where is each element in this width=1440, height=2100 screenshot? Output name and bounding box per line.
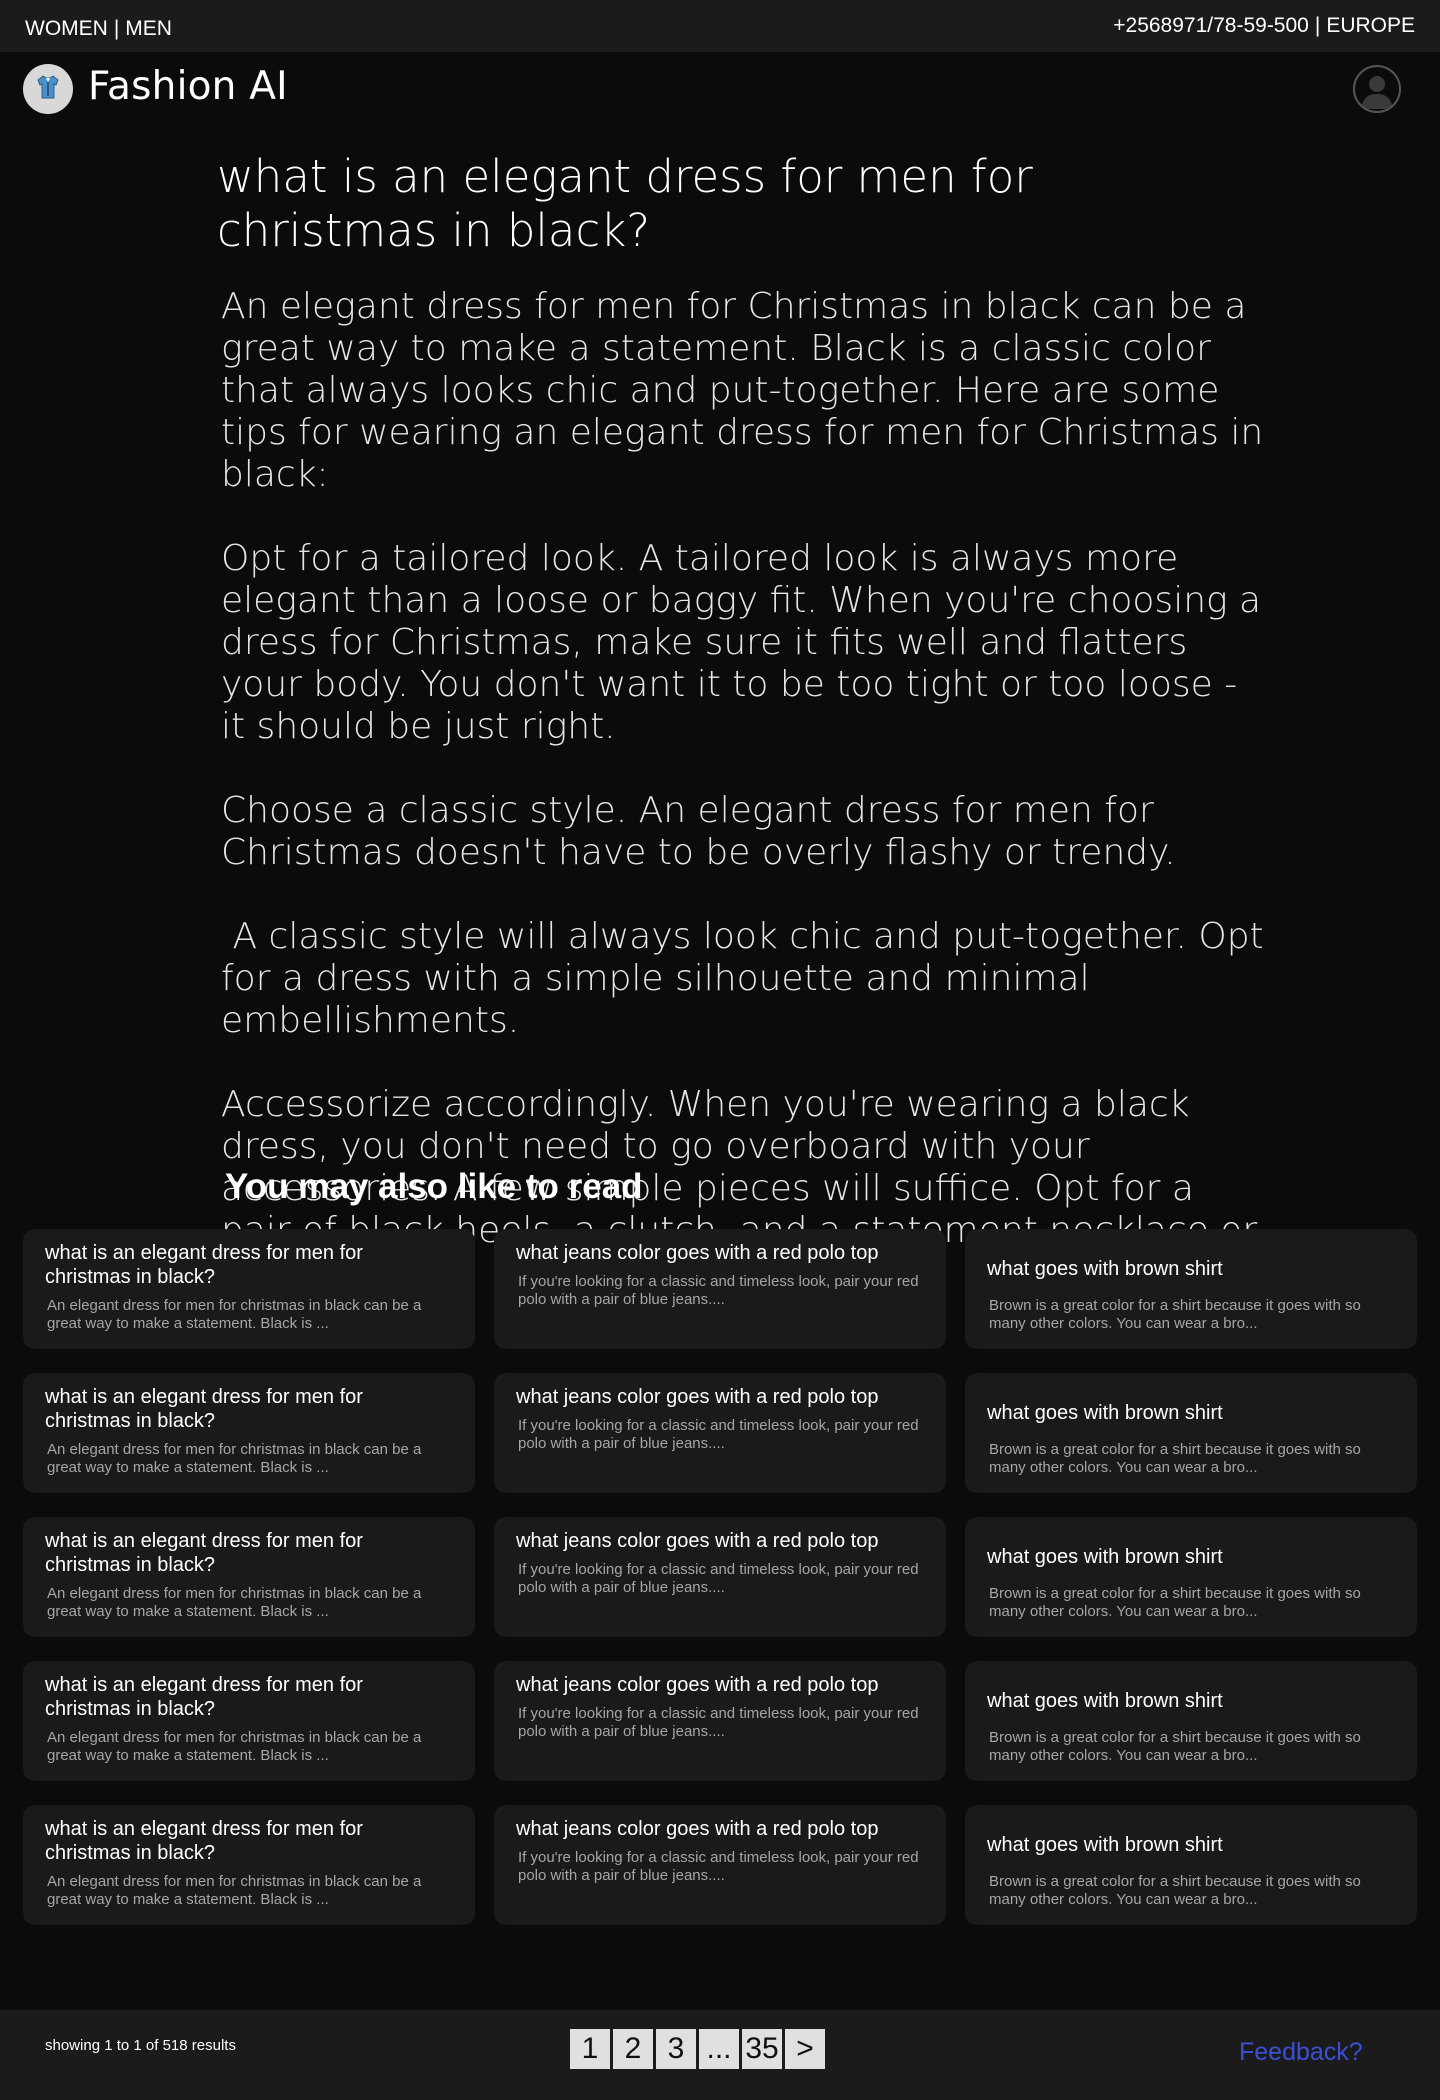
card-title: what is an elegant dress for men for chr… bbox=[45, 1530, 363, 1576]
card-snippet: Brown is a great color for a shirt becau… bbox=[989, 1441, 1361, 1476]
card-title: what jeans color goes with a red polo to… bbox=[516, 1674, 879, 1696]
page-1-button[interactable]: 1 bbox=[570, 2029, 610, 2069]
card-snippet: If you're looking for a classic and time… bbox=[518, 1561, 919, 1596]
card-snippet: If you're looking for a classic and time… bbox=[518, 1273, 919, 1308]
next-page-button[interactable]: > bbox=[785, 2029, 825, 2069]
card-snippet: Brown is a great color for a shirt becau… bbox=[989, 1585, 1361, 1620]
related-card[interactable]: what jeans color goes with a red polo to… bbox=[494, 1661, 946, 1781]
region-selector[interactable]: EUROPE bbox=[1326, 14, 1415, 38]
related-card[interactable]: what goes with brown shirt Brown is a gr… bbox=[965, 1229, 1417, 1349]
related-card[interactable]: what goes with brown shirt Brown is a gr… bbox=[965, 1805, 1417, 1925]
card-title: what goes with brown shirt bbox=[987, 1402, 1223, 1424]
contact-info: +2568971/78-59-500 | EUROPE bbox=[1113, 14, 1415, 38]
pagination-footer: showing 1 to 1 of 518 results 1 2 3 ... … bbox=[0, 2010, 1440, 2100]
shirt-icon bbox=[34, 73, 62, 105]
answer-paragraph: A classic style will always look chic an… bbox=[221, 916, 1276, 1041]
related-grid: what is an elegant dress for men for chr… bbox=[23, 1229, 1417, 1949]
answer-body: An elegant dress for men for Christmas i… bbox=[221, 286, 1266, 1294]
site-header: Fashion AI bbox=[0, 52, 1440, 124]
related-card[interactable]: what is an elegant dress for men for chr… bbox=[23, 1661, 475, 1781]
card-snippet: An elegant dress for men for christmas i… bbox=[47, 1729, 422, 1764]
card-title: what is an elegant dress for men for chr… bbox=[45, 1818, 363, 1864]
card-snippet: If you're looking for a classic and time… bbox=[518, 1705, 919, 1740]
card-title: what goes with brown shirt bbox=[987, 1258, 1223, 1280]
contact-separator: | bbox=[1314, 14, 1321, 37]
gender-nav: WOMEN | MEN bbox=[25, 17, 172, 41]
card-snippet: If you're looking for a classic and time… bbox=[518, 1417, 919, 1452]
related-heading: You may also like to read bbox=[225, 1167, 643, 1206]
card-title: what jeans color goes with a red polo to… bbox=[516, 1386, 879, 1408]
article: what is an elegant dress for men for chr… bbox=[217, 150, 1267, 1336]
answer-paragraph: An elegant dress for men for Christmas i… bbox=[221, 286, 1275, 495]
page-35-button[interactable]: 35 bbox=[742, 2029, 782, 2069]
related-card[interactable]: what goes with brown shirt Brown is a gr… bbox=[965, 1517, 1417, 1637]
card-title: what jeans color goes with a red polo to… bbox=[516, 1242, 879, 1264]
card-snippet: An elegant dress for men for christmas i… bbox=[47, 1441, 422, 1476]
card-title: what jeans color goes with a red polo to… bbox=[516, 1818, 879, 1840]
card-title: what is an elegant dress for men for chr… bbox=[45, 1674, 363, 1720]
card-snippet: Brown is a great color for a shirt becau… bbox=[989, 1873, 1361, 1908]
answer-paragraph: Opt for a tailored look. A tailored look… bbox=[221, 538, 1273, 747]
page-title: what is an elegant dress for men for chr… bbox=[217, 150, 1033, 257]
nav-women-link[interactable]: WOMEN bbox=[25, 17, 108, 41]
pagination: 1 2 3 ... 35 > bbox=[570, 2029, 825, 2069]
page-2-button[interactable]: 2 bbox=[613, 2029, 653, 2069]
related-card[interactable]: what is an elegant dress for men for chr… bbox=[23, 1805, 475, 1925]
card-title: what goes with brown shirt bbox=[987, 1834, 1223, 1856]
card-snippet: An elegant dress for men for christmas i… bbox=[47, 1297, 422, 1332]
card-title: what goes with brown shirt bbox=[987, 1690, 1223, 1712]
related-card[interactable]: what jeans color goes with a red polo to… bbox=[494, 1373, 946, 1493]
related-card[interactable]: what jeans color goes with a red polo to… bbox=[494, 1805, 946, 1925]
results-count: showing 1 to 1 of 518 results bbox=[45, 2037, 236, 2054]
related-card[interactable]: what jeans color goes with a red polo to… bbox=[494, 1229, 946, 1349]
related-card[interactable]: what jeans color goes with a red polo to… bbox=[494, 1517, 946, 1637]
logo[interactable] bbox=[23, 64, 73, 114]
related-card[interactable]: what is an elegant dress for men for chr… bbox=[23, 1517, 475, 1637]
related-card[interactable]: what is an elegant dress for men for chr… bbox=[23, 1229, 475, 1349]
related-card[interactable]: what goes with brown shirt Brown is a gr… bbox=[965, 1661, 1417, 1781]
nav-men-link[interactable]: MEN bbox=[125, 17, 172, 41]
brand-name[interactable]: Fashion AI bbox=[88, 64, 288, 109]
top-bar: WOMEN | MEN +2568971/78-59-500 | EUROPE bbox=[0, 0, 1440, 52]
nav-separator: | bbox=[113, 17, 120, 40]
card-title: what is an elegant dress for men for chr… bbox=[45, 1386, 363, 1432]
phone-number: +2568971/78-59-500 bbox=[1113, 14, 1309, 37]
page-3-button[interactable]: 3 bbox=[656, 2029, 696, 2069]
card-snippet: An elegant dress for men for christmas i… bbox=[47, 1873, 422, 1908]
user-avatar-icon[interactable] bbox=[1353, 65, 1401, 113]
related-card[interactable]: what goes with brown shirt Brown is a gr… bbox=[965, 1373, 1417, 1493]
page-ellipsis: ... bbox=[699, 2029, 739, 2069]
card-snippet: If you're looking for a classic and time… bbox=[518, 1849, 919, 1884]
card-snippet: An elegant dress for men for christmas i… bbox=[47, 1585, 422, 1620]
card-snippet: Brown is a great color for a shirt becau… bbox=[989, 1729, 1361, 1764]
card-title: what jeans color goes with a red polo to… bbox=[516, 1530, 879, 1552]
feedback-link[interactable]: Feedback? bbox=[1239, 2038, 1363, 2067]
card-snippet: Brown is a great color for a shirt becau… bbox=[989, 1297, 1361, 1332]
answer-paragraph: Choose a classic style. An elegant dress… bbox=[221, 790, 1176, 873]
card-title: what goes with brown shirt bbox=[987, 1546, 1223, 1568]
related-card[interactable]: what is an elegant dress for men for chr… bbox=[23, 1373, 475, 1493]
card-title: what is an elegant dress for men for chr… bbox=[45, 1242, 363, 1288]
